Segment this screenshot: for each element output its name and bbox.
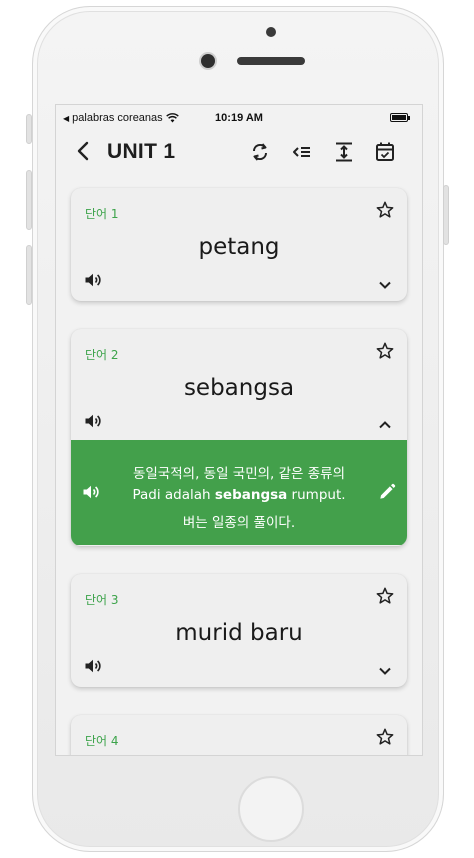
- star-icon[interactable]: [375, 586, 395, 606]
- example-highlight: sebangsa: [214, 487, 288, 503]
- repeat-icon[interactable]: [247, 139, 273, 165]
- power-button: [443, 185, 449, 245]
- chevron-up-icon[interactable]: [377, 417, 393, 433]
- list-check-icon[interactable]: [289, 139, 315, 165]
- chevron-down-icon[interactable]: [377, 277, 393, 293]
- word-card-1[interactable]: 단어 1 petang: [71, 188, 407, 301]
- word-detail-panel: 동일국적의, 동일 국민의, 같은 종류의 Padi adalah sebang…: [71, 440, 407, 545]
- status-time: 10:19 AM: [215, 112, 263, 124]
- word-number-label: 단어 3: [85, 593, 119, 607]
- speaker-icon[interactable]: [83, 270, 103, 290]
- speaker-icon[interactable]: [83, 656, 103, 676]
- speaker-icon[interactable]: [81, 482, 101, 502]
- example-sentence: Padi adalah sebangsa rumput.: [111, 487, 367, 503]
- pencil-icon[interactable]: [377, 482, 397, 502]
- word-text: petang: [198, 234, 280, 260]
- star-icon[interactable]: [375, 200, 395, 220]
- earpiece-speaker: [237, 57, 305, 65]
- expand-vertical-icon[interactable]: [331, 139, 357, 165]
- word-text: murid baru: [175, 620, 303, 646]
- calendar-check-icon[interactable]: [372, 139, 398, 165]
- word-card-3[interactable]: 단어 3 murid baru: [71, 574, 407, 687]
- back-arrow-icon[interactable]: [70, 137, 98, 165]
- volume-down-button: [26, 245, 32, 305]
- word-number-label: 단어 2: [85, 348, 119, 362]
- front-camera: [201, 54, 215, 68]
- example-text-after: rumput.: [287, 487, 346, 503]
- word-card-2[interactable]: 단어 2 sebangsa 동일국적의, 동일 국민의, 같은 종류의 Padi…: [71, 329, 407, 546]
- example-text-before: Padi adalah: [132, 487, 215, 503]
- sensor-dot: [266, 27, 276, 37]
- status-bar: ◀ palabras coreanas 10:19 AM: [56, 105, 422, 129]
- word-text: sebangsa: [183, 375, 295, 401]
- example-translation: 벼는 일종의 풀이다.: [182, 515, 296, 531]
- star-icon[interactable]: [375, 341, 395, 361]
- volume-up-button: [26, 170, 32, 230]
- app-header: UNIT 1: [56, 131, 422, 173]
- word-meaning: 동일국적의, 동일 국민의, 같은 종류의: [132, 466, 346, 482]
- app-screen: ◀ palabras coreanas 10:19 AM UNIT 1 단어 1…: [55, 104, 423, 756]
- mute-switch: [26, 114, 32, 144]
- page-title: UNIT 1: [107, 140, 176, 163]
- home-button[interactable]: [238, 776, 304, 842]
- word-number-label: 단어 4: [85, 734, 119, 748]
- battery-icon: [390, 113, 410, 122]
- speaker-icon[interactable]: [83, 411, 103, 431]
- word-card-4[interactable]: 단어 4: [71, 715, 407, 755]
- chevron-down-icon[interactable]: [377, 663, 393, 679]
- star-icon[interactable]: [375, 727, 395, 747]
- word-number-label: 단어 1: [85, 207, 119, 221]
